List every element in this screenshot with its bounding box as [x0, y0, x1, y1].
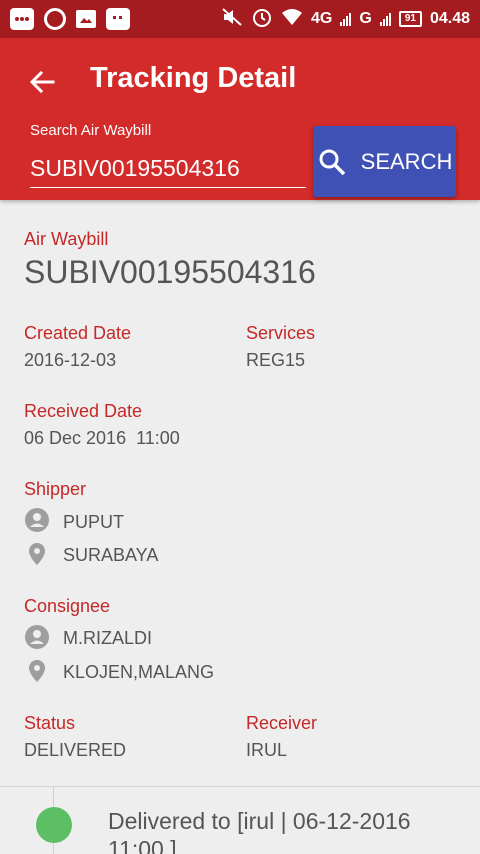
timeline-dot: [36, 807, 72, 843]
person-icon: [24, 624, 50, 650]
shipper-label: Shipper: [24, 479, 87, 499]
search-button[interactable]: SEARCH: [313, 126, 456, 197]
location-pin-icon: [24, 541, 50, 567]
search-button-label: SEARCH: [360, 148, 453, 174]
consignee-name: M.RIZALDI: [63, 628, 153, 648]
awb-label: Air Waybill: [24, 229, 109, 249]
app-bar: Tracking Detail Search Air Waybill SEARC…: [0, 38, 480, 200]
signal-icon: [340, 12, 352, 26]
awb-value: SUBIV00195504316: [24, 254, 316, 290]
receiver-label: Receiver: [246, 713, 318, 733]
person-icon: [24, 507, 50, 533]
consignee-label: Consignee: [24, 596, 111, 616]
search-label: Search Air Waybill: [30, 122, 152, 139]
wifi-icon: [281, 8, 303, 30]
services-label: Services: [246, 323, 316, 343]
created-date-value: 2016-12-03: [24, 350, 117, 370]
received-date-label: Received Date: [24, 401, 143, 421]
timeline-entry-text: Delivered to [irul | 06-12-2016 11:00 ]: [108, 808, 411, 854]
signal-icon-2: [379, 12, 391, 26]
services-value: REG15: [246, 350, 306, 370]
receiver-value: IRUL: [246, 740, 288, 760]
received-date-value: 06 Dec 2016 11:00: [24, 428, 180, 448]
chat-notification-icon: [10, 8, 34, 30]
created-date-label: Created Date: [24, 323, 132, 343]
image-notification-icon: [76, 10, 96, 28]
status-label: Status: [24, 713, 76, 733]
location-pin-icon: [24, 658, 50, 684]
back-button[interactable]: [26, 66, 58, 98]
clock: 04.48: [429, 10, 470, 27]
battery-icon: 91: [398, 11, 422, 27]
network-type-g: G: [359, 10, 372, 27]
network-type-4g: 4G: [311, 10, 333, 27]
record-notification-icon: [44, 8, 66, 30]
shipper-name: PUPUT: [63, 512, 125, 532]
mute-icon: [221, 7, 243, 31]
back-arrow-icon: [29, 70, 55, 94]
message-notification-icon: [106, 8, 130, 30]
status-bar: 4G G 91 04.48: [0, 0, 480, 38]
search-icon: [319, 149, 345, 175]
tracking-timeline: Delivered to [irul | 06-12-2016 11:00 ]: [0, 787, 480, 854]
alarm-icon: [251, 6, 273, 32]
consignee-city: KLOJEN,MALANG: [63, 662, 215, 682]
shipper-city: SURABAYA: [63, 545, 159, 565]
search-input[interactable]: [30, 150, 306, 188]
status-value: DELIVERED: [24, 740, 127, 760]
page-title: Tracking Detail: [90, 62, 297, 94]
